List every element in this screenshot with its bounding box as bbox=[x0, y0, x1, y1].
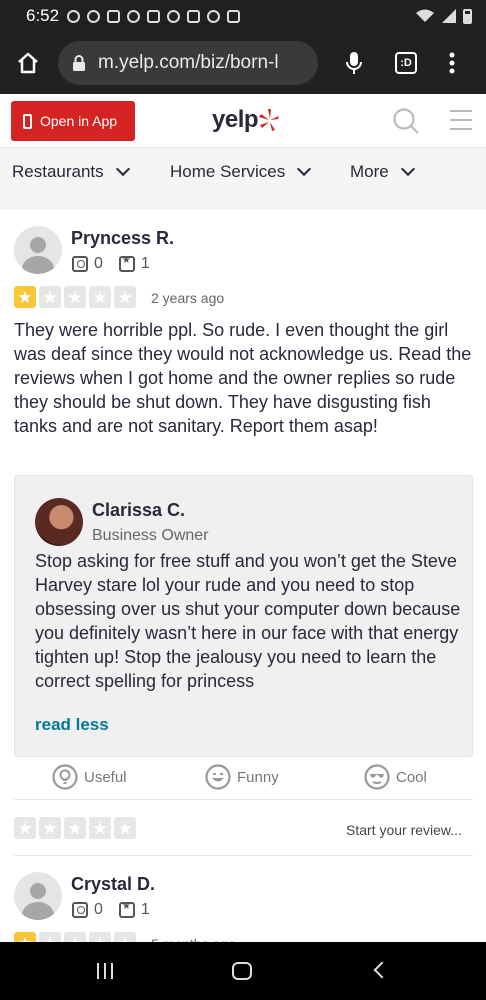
open-in-app-label: Open in App bbox=[40, 113, 118, 129]
phone-icon bbox=[23, 113, 32, 129]
sunglasses-icon bbox=[364, 764, 390, 790]
useful-button[interactable]: Useful bbox=[52, 764, 127, 790]
reviews-icon bbox=[118, 901, 135, 918]
owner-name[interactable]: Clarissa C. bbox=[92, 500, 185, 521]
notification-icon bbox=[67, 9, 81, 23]
reviews-count: 1 bbox=[140, 901, 150, 918]
nav-item-home-services[interactable]: Home Services bbox=[170, 161, 312, 182]
notification-icon bbox=[167, 9, 181, 23]
star-icon: ★ bbox=[14, 286, 36, 308]
browser-toolbar: m.yelp.com/biz/born-l :D bbox=[0, 32, 486, 94]
owner-reply-text: Stop asking for free stuff and you won’t… bbox=[35, 551, 461, 691]
divider bbox=[14, 799, 473, 800]
more-vertical-icon bbox=[449, 52, 455, 74]
friends-count: 0 bbox=[94, 255, 103, 272]
section-spacer bbox=[0, 198, 486, 210]
reviewer-stats: 0 1 bbox=[72, 901, 150, 919]
start-review-link[interactable]: Start your review... bbox=[346, 822, 462, 838]
voice-search-button[interactable] bbox=[328, 32, 380, 94]
notification-icon bbox=[147, 9, 161, 23]
owner-avatar[interactable] bbox=[35, 498, 83, 546]
nav-item-restaurants[interactable]: Restaurants bbox=[12, 161, 130, 182]
star-icon[interactable]: ★ bbox=[14, 817, 36, 839]
microphone-icon bbox=[346, 52, 362, 74]
review-date: 2 years ago bbox=[151, 290, 225, 306]
hamburger-menu-icon[interactable] bbox=[450, 110, 472, 137]
notification-icon bbox=[227, 9, 241, 23]
cool-button[interactable]: Cool bbox=[364, 764, 427, 790]
owner-reply: Clarissa C. Business Owner Stop asking f… bbox=[14, 475, 473, 757]
star-icon[interactable]: ★ bbox=[114, 817, 136, 839]
tab-switcher-button[interactable]: :D bbox=[380, 32, 432, 94]
search-icon bbox=[393, 108, 419, 134]
recent-apps-button[interactable] bbox=[97, 963, 113, 979]
nav-item-label: More bbox=[350, 162, 389, 181]
notification-icon bbox=[107, 9, 121, 23]
yelp-logo[interactable]: yelp bbox=[212, 106, 280, 134]
status-bar: 6:52 bbox=[0, 0, 486, 32]
notification-icons bbox=[67, 9, 241, 23]
system-navigation-bar bbox=[0, 942, 486, 1000]
avatar[interactable] bbox=[14, 872, 62, 920]
reviews-icon bbox=[118, 255, 135, 272]
battery-icon bbox=[463, 8, 472, 24]
reviewer-name[interactable]: Crystal D. bbox=[71, 874, 155, 895]
chevron-down-icon bbox=[400, 161, 415, 177]
clock: 6:52 bbox=[26, 6, 60, 25]
star-icon: ★ bbox=[64, 286, 86, 308]
category-nav: Restaurants Home Services More bbox=[0, 148, 486, 198]
chevron-down-icon bbox=[115, 161, 130, 177]
useful-label: Useful bbox=[84, 768, 127, 786]
funny-label: Funny bbox=[237, 768, 279, 786]
star-icon: ★ bbox=[89, 286, 111, 308]
review-reactions: Useful Funny Cool bbox=[0, 762, 486, 794]
star-icon: ★ bbox=[114, 286, 136, 308]
star-icon[interactable]: ★ bbox=[39, 817, 61, 839]
signal-icon bbox=[442, 9, 456, 23]
owner-role: Business Owner bbox=[92, 527, 209, 544]
cool-label: Cool bbox=[396, 768, 427, 786]
friends-count: 0 bbox=[94, 901, 103, 918]
home-nav-button[interactable] bbox=[232, 962, 252, 980]
nav-item-label: Home Services bbox=[170, 162, 286, 181]
friends-icon bbox=[72, 256, 88, 272]
star-icon: ★ bbox=[39, 286, 61, 308]
url-text: m.yelp.com/biz/born-l bbox=[98, 52, 279, 73]
yelp-logo-text: yelp bbox=[212, 106, 259, 133]
address-bar[interactable]: m.yelp.com/biz/born-l bbox=[58, 41, 318, 85]
notification-icon bbox=[87, 9, 101, 23]
star-rating: ★★★★★ bbox=[14, 286, 136, 308]
funny-button[interactable]: Funny bbox=[205, 764, 279, 790]
review-text: They were horrible ppl. So rude. I even … bbox=[14, 320, 472, 436]
home-button[interactable] bbox=[0, 32, 56, 94]
open-in-app-button[interactable]: Open in App bbox=[11, 101, 135, 141]
search-button[interactable] bbox=[392, 107, 420, 140]
friends-icon bbox=[72, 902, 88, 918]
site-header: Open in App yelp bbox=[0, 94, 486, 148]
back-button[interactable] bbox=[373, 961, 391, 979]
lightbulb-icon bbox=[52, 764, 78, 790]
lock-icon bbox=[73, 55, 85, 71]
notification-icon bbox=[187, 9, 201, 23]
yelp-burst-icon bbox=[259, 109, 280, 131]
read-less-link[interactable]: read less bbox=[35, 715, 109, 735]
reviews-count: 1 bbox=[140, 255, 150, 272]
write-review-rating[interactable]: ★ ★ ★ ★ ★ bbox=[14, 817, 136, 839]
home-icon bbox=[18, 52, 38, 74]
tab-switcher-icon: :D bbox=[395, 52, 417, 74]
star-icon[interactable]: ★ bbox=[64, 817, 86, 839]
reviewer-name[interactable]: Pryncess R. bbox=[71, 228, 174, 249]
divider bbox=[14, 855, 473, 856]
nav-item-more[interactable]: More bbox=[350, 161, 415, 182]
wifi-icon bbox=[416, 9, 434, 22]
reviewer-stats: 0 1 bbox=[72, 255, 150, 273]
smiley-icon bbox=[205, 764, 231, 790]
star-icon[interactable]: ★ bbox=[89, 817, 111, 839]
browser-menu-button[interactable] bbox=[432, 32, 472, 94]
chevron-down-icon bbox=[297, 161, 312, 177]
nav-item-label: Restaurants bbox=[12, 162, 104, 181]
notification-icon bbox=[207, 9, 221, 23]
notification-icon bbox=[127, 9, 141, 23]
avatar[interactable] bbox=[14, 226, 62, 274]
